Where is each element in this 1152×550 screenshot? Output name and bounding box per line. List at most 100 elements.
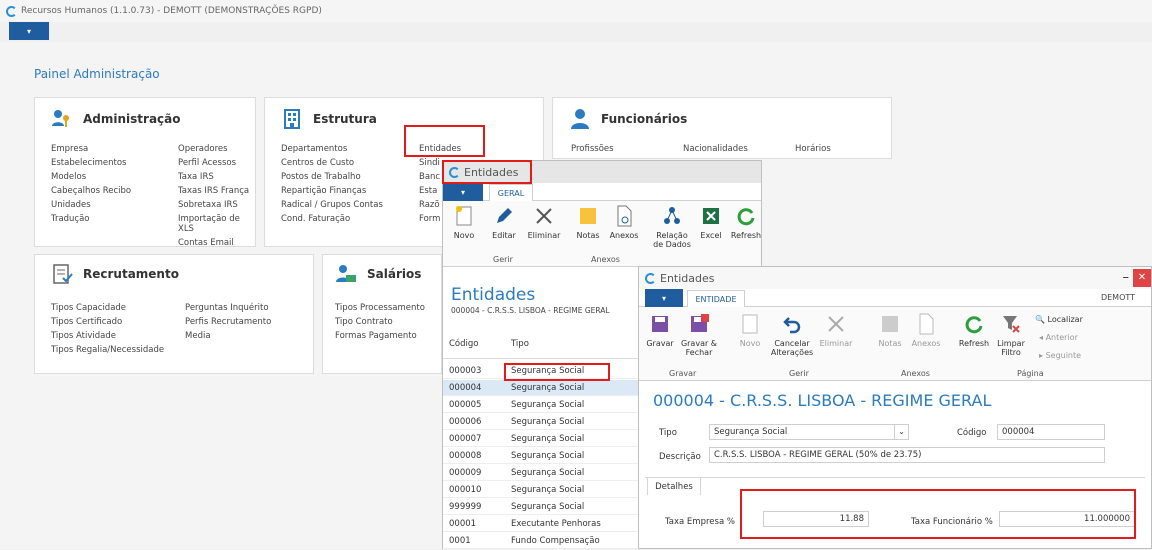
seguinte-button[interactable]: ▸ Seguinte: [1039, 351, 1081, 360]
excel-button[interactable]: Excel: [697, 205, 725, 240]
novo-edit-button[interactable]: Novo: [737, 313, 763, 348]
table-row[interactable]: 000010 Segurança Social: [443, 482, 641, 498]
refresh-edit-button[interactable]: Refresh: [957, 313, 991, 348]
link-traducao[interactable]: Tradução: [51, 214, 131, 224]
gravar-button[interactable]: Gravar: [645, 313, 675, 348]
cell-codigo: 0001: [449, 536, 471, 546]
cell-codigo: 000006: [449, 417, 482, 427]
link-tipo-contrato[interactable]: Tipo Contrato: [335, 317, 425, 327]
main-menu-button[interactable]: ▾: [9, 22, 49, 40]
notas-edit-button[interactable]: Notas: [875, 313, 905, 348]
save-icon: [649, 313, 671, 335]
link-modelos[interactable]: Modelos: [51, 172, 131, 182]
table-row[interactable]: 000004 Segurança Social: [443, 380, 641, 396]
save-close-icon: [688, 313, 710, 335]
table-row[interactable]: 999999 Segurança Social: [443, 499, 641, 515]
tab-detalhes[interactable]: Detalhes: [647, 477, 701, 495]
link-centros-custo[interactable]: Centros de Custo: [281, 158, 383, 168]
tipo-select[interactable]: Segurança Social ⌄: [709, 424, 909, 440]
close-icon: [533, 205, 555, 227]
link-cabecalhos-recibo[interactable]: Cabeçalhos Recibo: [51, 186, 131, 196]
cell-tipo: Segurança Social: [511, 451, 585, 461]
tipo-value: Segurança Social: [714, 427, 788, 437]
tab-entidade[interactable]: ENTIDADE: [687, 290, 745, 307]
link-tipos-capacidade[interactable]: Tipos Capacidade: [51, 303, 164, 313]
eliminar-edit-button[interactable]: Eliminar: [819, 313, 853, 348]
link-perguntas-inquerito[interactable]: Perguntas Inquérito: [185, 303, 271, 313]
table-row[interactable]: 000005 Segurança Social: [443, 397, 641, 413]
card-recrutamento-title: Recrutamento: [83, 267, 179, 281]
link-departamentos[interactable]: Departamentos: [281, 144, 383, 154]
relacao-dados-label: Relação de Dados: [653, 231, 691, 249]
link-nacionalidades[interactable]: Nacionalidades: [683, 144, 748, 154]
table-row[interactable]: 00001 Executante Penhoras: [443, 516, 641, 532]
link-cond-faturacao[interactable]: Cond. Faturação: [281, 214, 383, 224]
link-formas-pagamento[interactable]: Formas Pagamento: [335, 331, 425, 341]
link-unidades[interactable]: Unidades: [51, 200, 131, 210]
card-funcionarios-title: Funcionários: [601, 112, 688, 126]
card-administracao-header: Administração: [51, 108, 181, 130]
anterior-button[interactable]: ◂ Anterior: [1039, 333, 1078, 342]
link-tipos-certificado[interactable]: Tipos Certificado: [51, 317, 164, 327]
excel-icon: [700, 205, 722, 227]
link-media[interactable]: Media: [185, 331, 271, 341]
tab-geral[interactable]: GERAL: [489, 184, 533, 201]
link-contas-email[interactable]: Contas Email: [178, 238, 255, 248]
anexos-edit-button[interactable]: Anexos: [909, 313, 943, 348]
link-radical-grupos-contas[interactable]: Radical / Grupos Contas: [281, 200, 383, 210]
link-reparticao-financas[interactable]: Repartição Finanças: [281, 186, 383, 196]
link-profissoes[interactable]: Profissões: [571, 144, 614, 154]
table-row[interactable]: 000007 Segurança Social: [443, 431, 641, 447]
link-operadores[interactable]: Operadores: [178, 144, 255, 154]
undo-icon: [781, 313, 803, 335]
editar-button[interactable]: Editar: [487, 205, 521, 240]
group-anexos-edit-label: Anexos: [901, 369, 930, 378]
refresh-button[interactable]: Refresh: [729, 205, 763, 240]
novo-button[interactable]: Novo: [449, 205, 479, 240]
minimize-button[interactable]: –: [1123, 270, 1130, 285]
anexos-button[interactable]: Anexos: [607, 205, 641, 240]
notas-button[interactable]: Notas: [573, 205, 603, 240]
person-icon: [571, 109, 589, 129]
cell-tipo: Segurança Social: [511, 502, 585, 512]
descricao-label: Descrição: [659, 452, 701, 462]
link-perfis-recrutamento[interactable]: Perfis Recrutamento: [185, 317, 271, 327]
col-tipo[interactable]: Tipo: [505, 339, 529, 349]
link-sobretaxa-irs[interactable]: Sobretaxa IRS: [178, 200, 255, 210]
table-row[interactable]: 000006 Segurança Social: [443, 414, 641, 430]
entidade-edit-menu-button[interactable]: ▾: [645, 289, 683, 307]
cancelar-button[interactable]: Cancelar Alterações: [769, 313, 815, 357]
estrutura-col1: Departamentos Centros de Custo Postos de…: [281, 144, 383, 224]
localizar-button[interactable]: 🔍 Localizar: [1035, 315, 1083, 324]
limpar-filtro-button[interactable]: Limpar Filtro: [995, 313, 1027, 357]
table-row[interactable]: 0001 Fundo Compensação: [443, 533, 641, 549]
novo-label: Novo: [453, 231, 475, 240]
link-horarios[interactable]: Horários: [795, 144, 831, 154]
cell-tipo: Segurança Social: [511, 383, 585, 393]
link-tipos-regalia[interactable]: Tipos Regalia/Necessidade: [51, 345, 164, 355]
cell-codigo: 999999: [449, 502, 482, 512]
link-importacao-xls[interactable]: Importação de XLS: [178, 214, 255, 234]
link-taxa-irs[interactable]: Taxa IRS: [178, 172, 255, 182]
cell-tipo: Segurança Social: [511, 485, 585, 495]
link-tipos-atividade[interactable]: Tipos Atividade: [51, 331, 164, 341]
col-codigo[interactable]: Código: [443, 339, 505, 349]
link-perfil-acessos[interactable]: Perfil Acessos: [178, 158, 255, 168]
codigo-input[interactable]: 000004: [997, 424, 1105, 440]
table-row[interactable]: 000009 Segurança Social: [443, 465, 641, 481]
link-tipos-processamento[interactable]: Tipos Processamento: [335, 303, 425, 313]
eliminar-button[interactable]: Eliminar: [525, 205, 563, 240]
close-button[interactable]: ✕: [1133, 269, 1151, 287]
link-empresa[interactable]: Empresa: [51, 144, 131, 154]
entidades-list-menu-button[interactable]: ▾: [443, 183, 483, 201]
table-row[interactable]: 000008 Segurança Social: [443, 448, 641, 464]
link-estabelecimentos[interactable]: Estabelecimentos: [51, 158, 131, 168]
link-postos-trabalho[interactable]: Postos de Trabalho: [281, 172, 383, 182]
card-funcionarios-header: Funcionários: [569, 108, 687, 130]
relacao-dados-button[interactable]: Relação de Dados: [653, 205, 691, 249]
gravar-fechar-button[interactable]: Gravar & Fechar: [679, 313, 719, 357]
link-taxas-irs-franca[interactable]: Taxas IRS França: [178, 186, 255, 196]
descricao-input[interactable]: C.R.S.S. LISBOA - REGIME GERAL (50% de 2…: [709, 447, 1105, 463]
table-header: Código Tipo: [443, 329, 641, 359]
chevron-left-icon: ◂: [1039, 333, 1044, 342]
